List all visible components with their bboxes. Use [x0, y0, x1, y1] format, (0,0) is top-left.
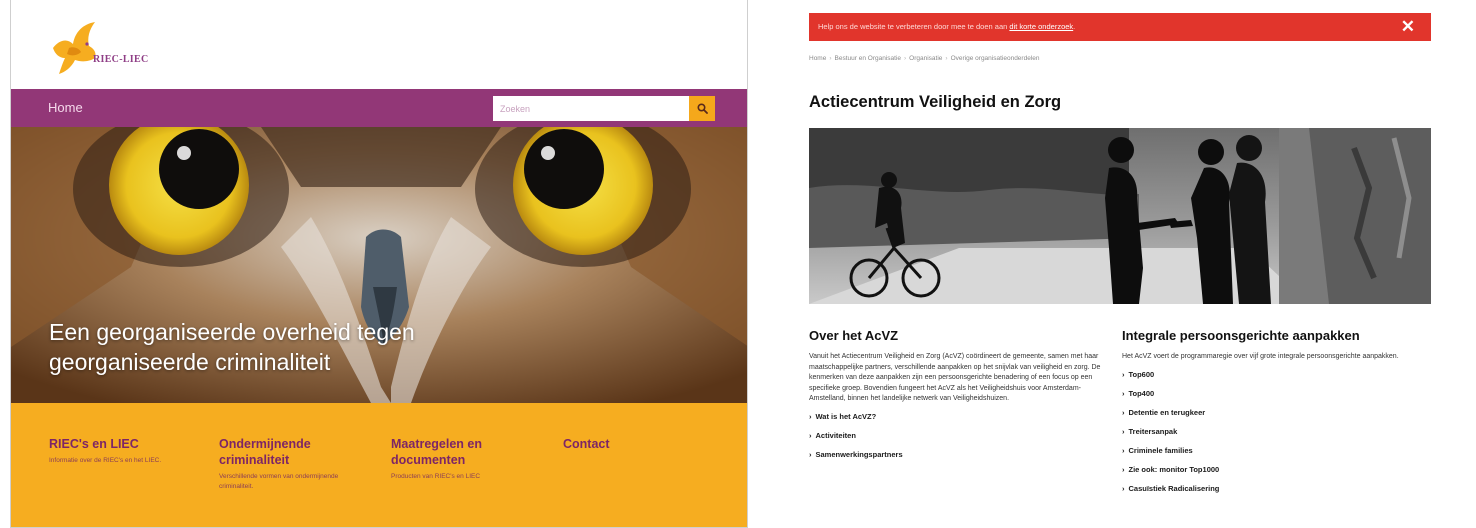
quick-link-title[interactable]: Maatregelen en documenten — [391, 436, 541, 468]
about-acvz-section: Over het AcVZ Vanuit het Actiecentrum Ve… — [809, 328, 1109, 469]
list-item[interactable]: › Treitersanpak — [1122, 427, 1422, 437]
alert-period: . — [1073, 22, 1076, 31]
hero-headline-line2: georganiseerde criminaliteit — [49, 349, 331, 375]
quick-links-band: RIEC's en LIEC Informatie over de RIEC's… — [11, 403, 747, 527]
alert-text: Help ons de website te verbeteren door m… — [818, 22, 1010, 31]
breadcrumb-item[interactable]: Overige organisatieonderdelen — [951, 55, 1040, 62]
search-input[interactable] — [493, 96, 689, 121]
list-item[interactable]: › Detentie en terugkeer — [1122, 408, 1422, 418]
chevron-right-icon: › — [1122, 445, 1125, 455]
chevron-right-icon: › — [1122, 426, 1125, 436]
list-item[interactable]: › Casuïstiek Radicalisering — [1122, 484, 1422, 494]
link-label[interactable]: Activiteiten — [816, 431, 856, 440]
link-label[interactable]: Top400 — [1129, 389, 1155, 398]
link-label[interactable]: Samenwerkingspartners — [816, 450, 903, 459]
chevron-right-icon: › — [809, 449, 812, 459]
survey-link[interactable]: dit korte onderzoek — [1009, 22, 1073, 31]
list-item[interactable]: › Activiteiten — [809, 431, 1109, 441]
eagle-logo-icon — [53, 22, 96, 74]
hero-headline: Een georganiseerde overheid tegen georga… — [49, 317, 569, 377]
quick-link-ondermijnende-criminaliteit[interactable]: Ondermijnende criminaliteit Verschillend… — [219, 436, 369, 492]
riec-liec-logo[interactable]: RIEC-LIEC — [45, 18, 185, 80]
hero-banner: Een georganiseerde overheid tegen georga… — [11, 127, 747, 403]
breadcrumb-item[interactable]: Bestuur en Organisatie — [835, 55, 901, 62]
quick-link-desc: Verschillende vormen van ondermijnende c… — [219, 473, 339, 490]
quick-link-title[interactable]: Ondermijnende criminaliteit — [219, 436, 369, 468]
quick-link-title[interactable]: RIEC's en LIEC — [49, 436, 199, 452]
list-item[interactable]: › Zie ook: monitor Top1000 — [1122, 465, 1422, 475]
list-item[interactable]: › Top600 — [1122, 370, 1422, 380]
link-label[interactable]: Wat is het AcVZ? — [816, 412, 877, 421]
chevron-right-icon: › — [1122, 388, 1125, 398]
breadcrumb: Home › Bestuur en Organisatie › Organisatie ›… — [809, 55, 1040, 62]
quick-link-desc: Informatie over de RIEC's en het LIEC. — [49, 457, 162, 464]
chevron-right-icon: › — [809, 411, 812, 421]
quick-link-title[interactable]: Contact — [563, 436, 713, 452]
list-item[interactable]: › Top400 — [1122, 389, 1422, 399]
breadcrumb-separator-icon: › — [945, 55, 948, 62]
quick-link-riecs-liec[interactable]: RIEC's en LIEC Informatie over de RIEC's… — [49, 436, 199, 466]
breadcrumb-separator-icon: › — [829, 55, 832, 62]
section-heading: Integrale persoonsgerichte aanpakken — [1122, 328, 1360, 343]
nav-item-home[interactable]: Home — [48, 100, 83, 115]
breadcrumb-item[interactable]: Home — [809, 55, 826, 62]
riec-liec-website: RIEC-LIEC Home Zoeken Een georganiseerde… — [10, 0, 748, 528]
chevron-right-icon: › — [1122, 369, 1125, 379]
quick-link-maatregelen-documenten[interactable]: Maatregelen en documenten Producten van … — [391, 436, 541, 482]
survey-alert-banner: Help ons de website te verbeteren door m… — [809, 13, 1431, 41]
link-label[interactable]: Treitersanpak — [1129, 427, 1178, 436]
main-navigation-bar: Home — [11, 89, 747, 127]
about-links-list: › Wat is het AcVZ? › Activiteiten › Samenwe… — [809, 412, 1109, 460]
logo-wordmark: RIEC-LIEC — [93, 54, 149, 65]
close-icon[interactable]: ✕ — [1401, 18, 1415, 36]
breadcrumb-separator-icon: › — [904, 55, 907, 62]
chevron-right-icon: › — [809, 430, 812, 440]
street-scene-photo — [809, 128, 1431, 304]
list-item[interactable]: › Samenwerkingspartners — [809, 450, 1109, 460]
silhouette-image — [809, 128, 1431, 304]
chevron-right-icon: › — [1122, 407, 1125, 417]
integral-links-list: › Top600 › Top400 › Detentie en terugkeer ›… — [1122, 370, 1422, 494]
link-label[interactable]: Zie ook: monitor Top1000 — [1129, 465, 1220, 474]
link-label[interactable]: Criminele families — [1129, 446, 1193, 455]
section-body: Vanuit het Actiecentrum Veiligheid en Zo… — [809, 353, 1101, 402]
acvz-website: Help ons de website te verbeteren door m… — [748, 0, 1476, 528]
link-label[interactable]: Top600 — [1129, 370, 1155, 379]
chevron-right-icon: › — [1122, 464, 1125, 474]
hero-headline-line1: Een georganiseerde overheid tegen — [49, 319, 415, 345]
alert-message: Help ons de website te verbeteren door m… — [818, 22, 1075, 31]
list-item[interactable]: › Criminele families — [1122, 446, 1422, 456]
list-item[interactable]: › Wat is het AcVZ? — [809, 412, 1109, 422]
breadcrumb-item[interactable]: Organisatie — [909, 55, 942, 62]
section-heading: Over het AcVZ — [809, 328, 899, 343]
integral-approaches-section: Integrale persoonsgerichte aanpakken Het… — [1122, 328, 1422, 503]
section-body: Het AcVZ voert de programmaregie over vi… — [1122, 353, 1399, 360]
page-title: Actiecentrum Veiligheid en Zorg — [809, 93, 1062, 111]
search-button[interactable] — [689, 96, 715, 121]
chevron-right-icon: › — [1122, 483, 1125, 493]
quick-link-desc: Producten van RIEC's en LIEC — [391, 473, 481, 480]
quick-link-contact[interactable]: Contact — [563, 436, 713, 452]
link-label[interactable]: Casuïstiek Radicalisering — [1129, 484, 1220, 493]
search-icon — [696, 103, 708, 114]
link-label[interactable]: Detentie en terugkeer — [1129, 408, 1206, 417]
